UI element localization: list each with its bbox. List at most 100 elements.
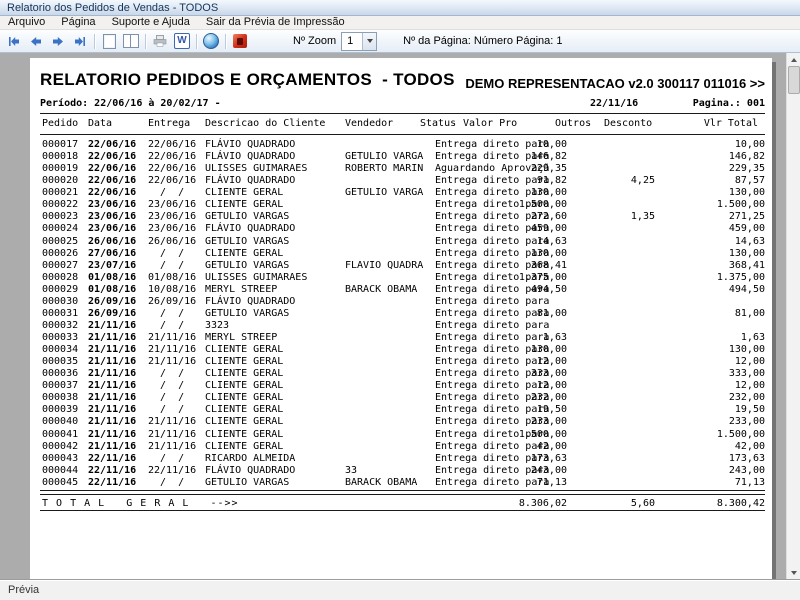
last-page-button[interactable] (69, 31, 91, 51)
print-button[interactable] (149, 31, 171, 51)
cell-vlr_total: 14,63 (735, 236, 765, 247)
divider (40, 510, 765, 511)
two-page-view-button[interactable] (120, 31, 142, 51)
column-vlr-total: Vlr Total (704, 118, 758, 129)
menu-suporte-e-ajuda[interactable]: Suporte e Ajuda (104, 16, 198, 29)
cell-valor_pro: 1,63 (543, 332, 567, 343)
cell-vlr_total: 494,50 (729, 284, 765, 295)
table-header: Pedido Data Entrega Descricao do Cliente… (30, 118, 772, 130)
cell-data: 21/11/16 (88, 356, 136, 367)
toolbar-separator (196, 34, 197, 49)
print-icon (153, 35, 167, 47)
total-valor-pro: 8.306,02 (519, 498, 567, 509)
scrollbar-thumb[interactable] (788, 66, 800, 94)
cell-cliente: MERYL STREEP (205, 332, 277, 343)
cell-cliente: FLÁVIO QUADRADO (205, 465, 295, 476)
table-row: 00004422/11/1622/11/16FLÁVIO QUADRADO33E… (30, 465, 772, 477)
scroll-down-button[interactable] (787, 566, 800, 579)
previous-page-button[interactable] (25, 31, 47, 51)
toolbar-separator (94, 34, 95, 49)
table-row: 00002423/06/1623/06/16FLÁVIO QUADRADOEnt… (30, 223, 772, 235)
cell-entrega: 26/09/16 (148, 296, 196, 307)
cell-valor_pro: 1.500,00 (519, 199, 567, 210)
cell-status: Entrega direto para (435, 320, 549, 331)
cell-status: Entrega direto para (435, 380, 549, 391)
scroll-up-button[interactable] (787, 53, 800, 66)
cell-data: 21/11/16 (88, 416, 136, 427)
menu-arquivo[interactable]: Arquivo (0, 16, 53, 29)
total-divider (40, 490, 765, 495)
cell-vendedor: GETULIO VARGA (345, 151, 423, 162)
cell-valor_pro: 14,63 (537, 236, 567, 247)
vertical-scrollbar[interactable] (786, 53, 800, 579)
cell-pedido: 000022 (42, 199, 78, 210)
export-html-button[interactable] (200, 31, 222, 51)
table-row: 00003821/11/16 / /CLIENTE GERALEntrega d… (30, 392, 772, 404)
cell-vlr_total: 81,00 (735, 308, 765, 319)
table-row: 00004221/11/1621/11/16CLIENTE GERALEntre… (30, 441, 772, 453)
toolbar: W Nº Zoom 1 Nº da Página: Número Página:… (0, 30, 800, 53)
cell-entrega: 21/11/16 (148, 429, 196, 440)
cell-valor_pro: 459,00 (531, 223, 567, 234)
cell-valor_pro: 1.375,00 (519, 272, 567, 283)
first-page-button[interactable] (3, 31, 25, 51)
cell-vlr_total: 12,00 (735, 356, 765, 367)
single-page-view-button[interactable] (98, 31, 120, 51)
cell-vendedor: GETULIO VARGA (345, 187, 423, 198)
report-page: RELATORIO PEDIDOS E ORÇAMENTOS - TODOS D… (30, 58, 772, 579)
cell-cliente: CLIENTE GERAL (205, 187, 283, 198)
cell-cliente: RICARDO ALMEIDA (205, 453, 295, 464)
cell-cliente: GETULIO VARGAS (205, 211, 289, 222)
cell-entrega: / / (148, 477, 184, 488)
cell-entrega: / / (148, 308, 184, 319)
cell-entrega: 22/11/16 (148, 465, 196, 476)
table-row: 00001722/06/1622/06/16FLÁVIO QUADRADOEnt… (30, 139, 772, 151)
column-desconto: Desconto (604, 118, 652, 129)
cell-pedido: 000023 (42, 211, 78, 222)
cell-valor_pro: 232,00 (531, 392, 567, 403)
cell-data: 22/06/16 (88, 187, 136, 198)
zoom-select[interactable]: 1 (341, 32, 377, 51)
cell-entrega: / / (148, 260, 184, 271)
cell-data: 22/06/16 (88, 163, 136, 174)
chevron-down-icon[interactable] (362, 33, 376, 50)
cell-vlr_total: 333,00 (729, 368, 765, 379)
cell-pedido: 000039 (42, 404, 78, 415)
cell-valor_pro: 494,50 (531, 284, 567, 295)
zoom-label: Nº Zoom (293, 35, 336, 47)
cell-entrega: 10/08/16 (148, 284, 196, 295)
cell-pedido: 000019 (42, 163, 78, 174)
two-page-view-icon (123, 34, 139, 48)
table-row: 00002801/08/1601/08/16ULISSES GUIMARAESE… (30, 272, 772, 284)
cell-data: 21/11/16 (88, 441, 136, 452)
table-row: 00001922/06/1622/06/16ULISSES GUIMARAESR… (30, 163, 772, 175)
table-row: 00003521/11/1621/11/16CLIENTE GERALEntre… (30, 356, 772, 368)
export-pdf-button[interactable] (229, 31, 251, 51)
next-page-button[interactable] (47, 31, 69, 51)
cell-cliente: GETULIO VARGAS (205, 477, 289, 488)
cell-data: 23/06/16 (88, 199, 136, 210)
cell-data: 22/06/16 (88, 139, 136, 150)
cell-pedido: 000027 (42, 260, 78, 271)
export-word-button[interactable]: W (171, 31, 193, 51)
table-row: 00002723/07/16 / /GETULIO VARGASFLAVIO Q… (30, 260, 772, 272)
last-page-icon (74, 36, 86, 47)
cell-cliente: FLÁVIO QUADRADO (205, 296, 295, 307)
previous-page-icon (30, 36, 42, 47)
cell-vlr_total: 1.500,00 (717, 199, 765, 210)
column-entrega: Entrega (148, 118, 190, 129)
cell-vlr_total: 368,41 (729, 260, 765, 271)
cell-data: 01/08/16 (88, 272, 136, 283)
cell-entrega: 22/06/16 (148, 139, 196, 150)
cell-entrega: 01/08/16 (148, 272, 196, 283)
cell-valor_pro: 81,00 (537, 308, 567, 319)
cell-vlr_total: 12,00 (735, 380, 765, 391)
menu-sair-da-previa[interactable]: Sair da Prévia de Impressão (198, 16, 353, 29)
cell-entrega: 23/06/16 (148, 199, 196, 210)
cell-valor_pro: 1.500,00 (519, 429, 567, 440)
cell-cliente: 3323 (205, 320, 229, 331)
cell-vendedor: FLAVIO QUADRA (345, 260, 423, 271)
cell-cliente: CLIENTE GERAL (205, 248, 283, 259)
cell-vlr_total: 271,25 (729, 211, 765, 222)
menu-pagina[interactable]: Página (53, 16, 103, 29)
